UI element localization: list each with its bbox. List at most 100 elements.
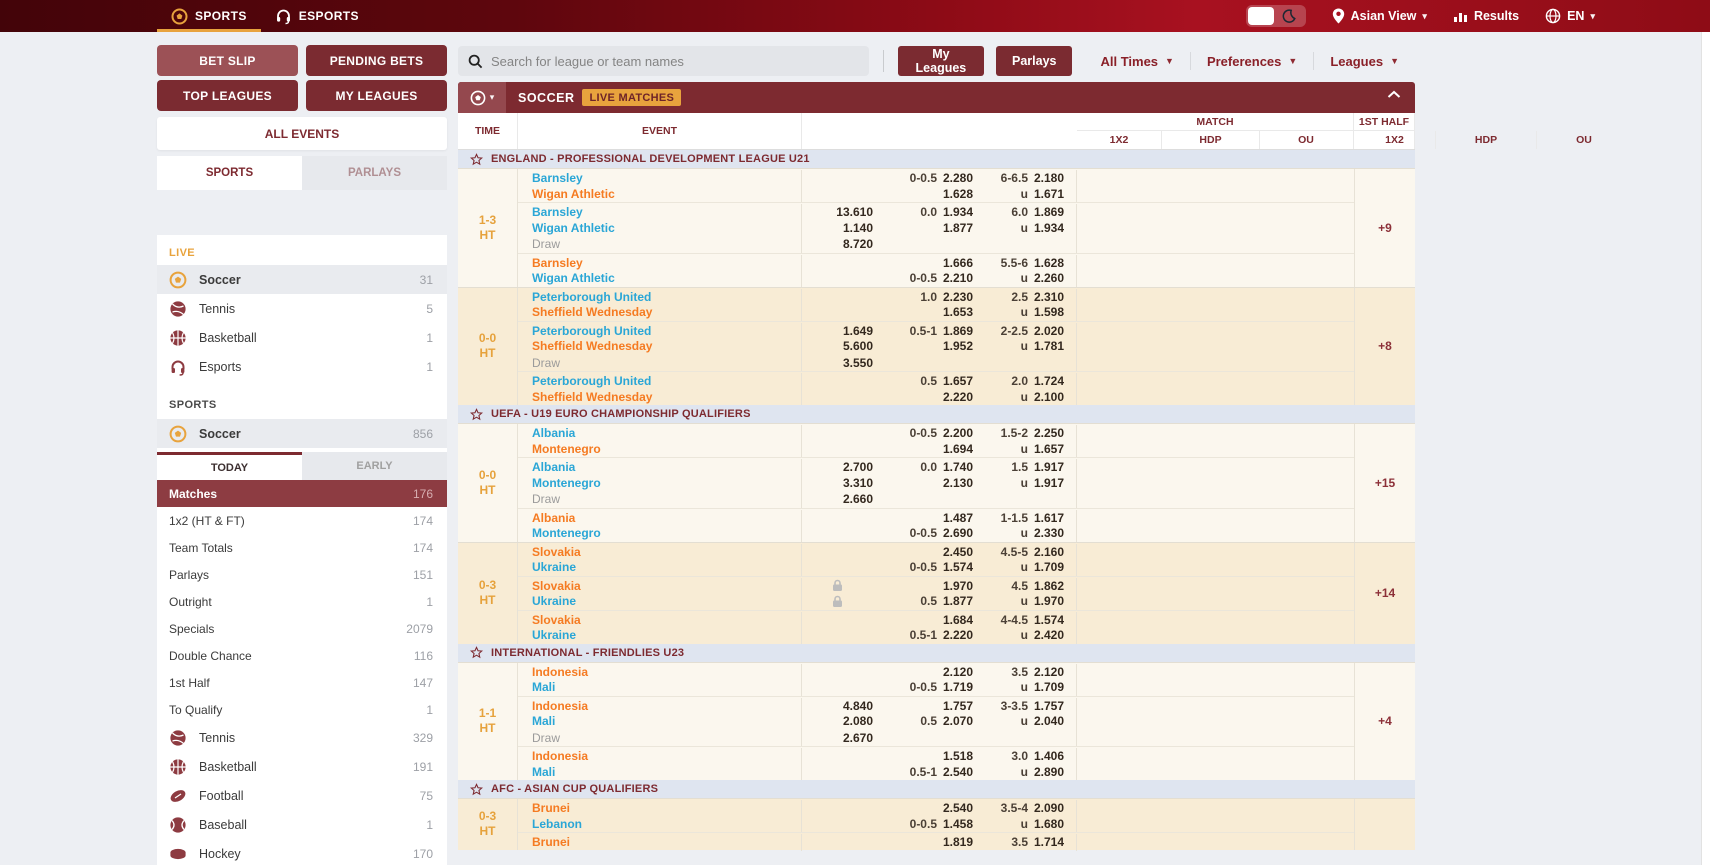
search-input[interactable]: [491, 53, 860, 69]
top-leagues-button[interactable]: TOP LEAGUES: [157, 80, 298, 111]
event-team[interactable]: Draw: [518, 491, 802, 508]
sidebar-tab-early[interactable]: EARLY: [302, 452, 447, 480]
event-team[interactable]: Wigan Athletic: [518, 270, 802, 287]
half-x2-cell[interactable]: [1077, 204, 1159, 221]
odds-cell[interactable]: 4-4.5 1.574: [985, 611, 1077, 628]
half-hdp-cell[interactable]: [1159, 425, 1260, 442]
half-x2-cell[interactable]: [1077, 170, 1159, 187]
sidebar-live-tennis[interactable]: Tennis 5: [157, 294, 447, 323]
half-x2-cell[interactable]: [1077, 373, 1159, 390]
sidebar-menu-double-chance[interactable]: Double Chance 116: [157, 642, 447, 669]
half-ou-cell[interactable]: [1260, 323, 1354, 340]
half-ou-cell[interactable]: [1260, 459, 1354, 476]
odds-cell[interactable]: 1.877: [887, 220, 985, 237]
odds-cell[interactable]: u 2.420: [985, 627, 1077, 644]
odds-cell[interactable]: 4.5-5 2.160: [985, 543, 1077, 560]
sidebar-menu-matches[interactable]: Matches 176: [157, 480, 447, 507]
half-hdp-cell[interactable]: [1159, 186, 1260, 203]
x2-cell[interactable]: [802, 186, 887, 203]
half-hdp-cell[interactable]: [1159, 800, 1260, 817]
half-x2-cell[interactable]: [1077, 834, 1159, 851]
odds-cell[interactable]: 1-1.5 1.617: [985, 509, 1077, 526]
half-hdp-cell[interactable]: [1159, 834, 1260, 851]
odds-cell[interactable]: u 1.709: [985, 559, 1077, 576]
more-odds-link[interactable]: +15: [1354, 424, 1415, 542]
x2-cell[interactable]: 2.700: [802, 459, 887, 476]
half-ou-cell[interactable]: [1260, 816, 1354, 833]
x2-cell[interactable]: 13.610: [802, 204, 887, 221]
collapse-board-icon[interactable]: [1387, 90, 1401, 99]
half-ou-cell[interactable]: [1260, 593, 1354, 610]
sidebar-live-basketball[interactable]: Basketball 1: [157, 323, 447, 352]
sport-selector[interactable]: ▾: [458, 82, 506, 113]
odds-cell[interactable]: 1.666: [887, 255, 985, 272]
odds-cell[interactable]: u 2.330: [985, 525, 1077, 542]
my-leagues-button[interactable]: MY LEAGUES: [306, 80, 447, 111]
x2-cell[interactable]: 2.660: [802, 491, 887, 508]
odds-cell[interactable]: u 2.100: [985, 388, 1077, 405]
half-ou-cell[interactable]: [1260, 441, 1354, 458]
half-hdp-cell[interactable]: [1159, 389, 1260, 406]
x2-cell[interactable]: [802, 578, 887, 595]
odds-cell[interactable]: u 2.040: [985, 713, 1077, 730]
more-odds-link[interactable]: +14: [1354, 542, 1415, 644]
half-hdp-cell[interactable]: [1159, 270, 1260, 287]
half-hdp-cell[interactable]: [1159, 525, 1260, 542]
event-team[interactable]: Mali: [518, 679, 802, 696]
half-x2-cell[interactable]: [1077, 220, 1159, 237]
odds-cell[interactable]: 0.5-1 2.540: [887, 764, 985, 781]
odds-cell[interactable]: 3.5-4 2.090: [985, 800, 1077, 817]
odds-cell[interactable]: 2-2.5 2.020: [985, 322, 1077, 339]
odds-cell[interactable]: 1.628: [887, 186, 985, 203]
half-hdp-cell[interactable]: [1159, 323, 1260, 340]
x2-cell[interactable]: [802, 389, 887, 406]
event-team[interactable]: Indonesia: [518, 663, 802, 680]
event-team[interactable]: Montenegro: [518, 474, 802, 491]
half-ou-cell[interactable]: [1260, 664, 1354, 681]
sidebar-menu-specials[interactable]: Specials 2079: [157, 615, 447, 642]
event-team[interactable]: Indonesia: [518, 748, 802, 765]
half-x2-cell[interactable]: [1077, 730, 1159, 747]
x2-cell[interactable]: [802, 441, 887, 458]
half-ou-cell[interactable]: [1260, 270, 1354, 287]
odds-cell[interactable]: 2.0 1.724: [985, 373, 1077, 390]
half-hdp-cell[interactable]: [1159, 236, 1260, 253]
odds-cell[interactable]: u 1.709: [985, 679, 1077, 696]
half-x2-cell[interactable]: [1077, 338, 1159, 355]
x2-cell[interactable]: [802, 510, 887, 527]
half-hdp-cell[interactable]: [1159, 491, 1260, 508]
odds-cell[interactable]: 3.5 1.714: [985, 834, 1077, 851]
odds-cell[interactable]: 2.130: [887, 475, 985, 492]
half-x2-cell[interactable]: [1077, 389, 1159, 406]
half-ou-cell[interactable]: [1260, 304, 1354, 321]
odds-cell[interactable]: u 2.260: [985, 270, 1077, 287]
sidebar-menu-1x2-ht-ft-[interactable]: 1x2 (HT & FT) 174: [157, 507, 447, 534]
odds-cell[interactable]: 6.0 1.869: [985, 204, 1077, 221]
x2-cell[interactable]: [802, 525, 887, 542]
odds-cell[interactable]: 0.5 1.657: [887, 373, 985, 390]
event-team[interactable]: Slovakia: [518, 577, 802, 594]
x2-cell[interactable]: [802, 764, 887, 781]
more-odds-link[interactable]: +9: [1354, 169, 1415, 287]
my-leagues-filter-button[interactable]: My Leagues: [897, 46, 984, 76]
half-x2-cell[interactable]: [1077, 679, 1159, 696]
odds-cell[interactable]: 1.819: [887, 834, 985, 851]
half-hdp-cell[interactable]: [1159, 220, 1260, 237]
x2-cell[interactable]: [802, 270, 887, 287]
x2-cell[interactable]: [802, 425, 887, 442]
half-hdp-cell[interactable]: [1159, 664, 1260, 681]
odds-cell[interactable]: 0.5 2.070: [887, 713, 985, 730]
half-ou-cell[interactable]: [1260, 204, 1354, 221]
x2-cell[interactable]: [802, 304, 887, 321]
x2-cell[interactable]: [802, 373, 887, 390]
event-team[interactable]: Albania: [518, 425, 802, 442]
odds-cell[interactable]: 3.0 1.406: [985, 748, 1077, 765]
event-team[interactable]: Brunei: [518, 834, 802, 851]
half-hdp-cell[interactable]: [1159, 713, 1260, 730]
odds-cell[interactable]: 1.952: [887, 338, 985, 355]
sidebar-sport-hockey[interactable]: Hockey 170: [157, 839, 447, 865]
odds-cell[interactable]: 4.5 1.862: [985, 577, 1077, 594]
x2-cell[interactable]: 5.600: [802, 338, 887, 355]
more-odds-link[interactable]: [1354, 799, 1415, 850]
half-ou-cell[interactable]: [1260, 612, 1354, 629]
